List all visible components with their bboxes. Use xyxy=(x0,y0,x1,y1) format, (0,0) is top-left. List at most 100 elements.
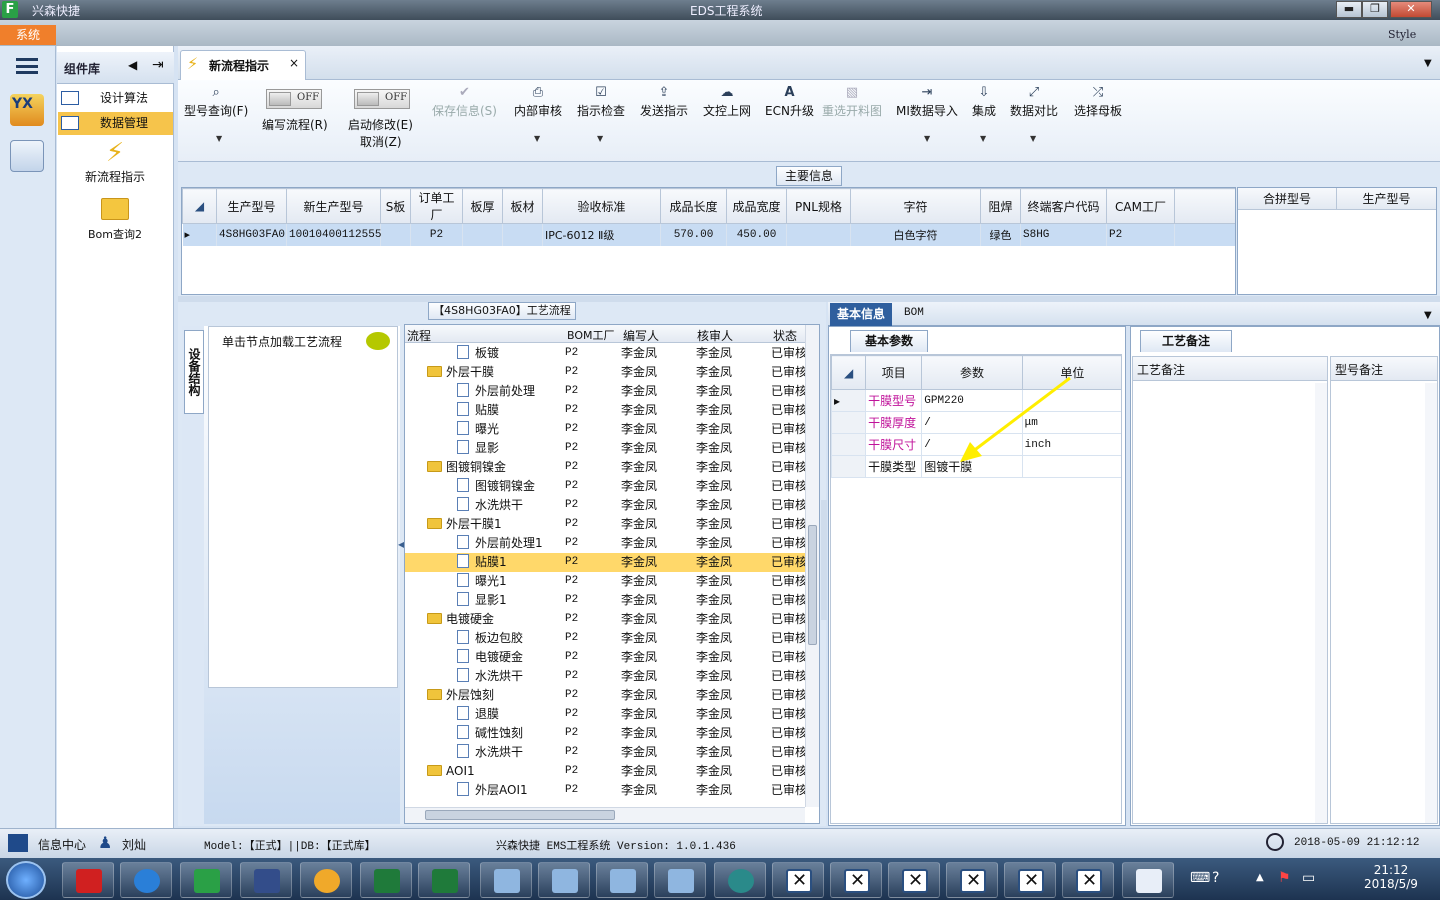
tree-row[interactable]: 显影1 P2 李金凤 李金凤 已审核 xyxy=(405,591,805,610)
tree-node-label[interactable]: 显影1 xyxy=(405,591,559,610)
tree-row[interactable]: 外层干膜1 P2 李金凤 李金凤 已审核 xyxy=(405,515,805,534)
tree-node-label[interactable]: 电镀硬金 xyxy=(405,648,559,667)
tray-expand-icon[interactable]: ▲ xyxy=(1256,872,1264,883)
tree-node-label[interactable]: 图镀铜镍金 xyxy=(405,458,559,477)
taskbar-ie-icon[interactable] xyxy=(120,862,172,898)
launcher-bom-query[interactable]: Bom查询2 xyxy=(60,198,170,242)
tree-node-label[interactable]: 图镀铜镍金 xyxy=(405,477,559,496)
column-header[interactable]: 订单工厂 xyxy=(410,188,463,224)
row-selector[interactable] xyxy=(831,411,867,434)
horizontal-scrollbar[interactable] xyxy=(405,807,805,823)
tree-node-label[interactable]: 板边包胶 xyxy=(405,629,559,648)
component-item-data-management[interactable]: 数据管理 xyxy=(58,112,173,135)
tree-node-label[interactable]: 水洗烘干 xyxy=(405,743,559,762)
taskbar-save-icon[interactable] xyxy=(240,862,292,898)
component-item-design-algorithm[interactable]: 设计算法 xyxy=(58,87,173,110)
dropdown-arrow-icon[interactable]: ▼ xyxy=(597,134,603,143)
column-header[interactable]: 生产型号 xyxy=(216,188,287,224)
params-cell-item[interactable]: 干膜尺寸 xyxy=(865,433,923,456)
tab-new-flow[interactable]: ⚡ 新流程指示 × xyxy=(180,50,306,80)
select-mother-board-button[interactable]: ⤮ 选择母板 xyxy=(1074,84,1122,119)
maximize-button[interactable]: ❐ xyxy=(1362,1,1388,18)
tree-node-label[interactable]: 外层前处理 xyxy=(405,382,559,401)
column-header[interactable]: PNL规格 xyxy=(786,188,851,224)
column-header[interactable]: S板 xyxy=(380,188,411,224)
tree-node-label[interactable]: 外层前处理1 xyxy=(405,534,559,553)
column-header[interactable]: 编写人 xyxy=(623,327,659,344)
tree-node-label[interactable]: AOI1 xyxy=(405,762,559,781)
tree-node-label[interactable]: 水洗烘干 xyxy=(405,667,559,686)
table-cell[interactable] xyxy=(462,223,503,246)
taskbar-xls-doc-icon[interactable] xyxy=(888,862,940,898)
tree-node-label[interactable]: 外层蚀刻 xyxy=(405,686,559,705)
column-header[interactable]: 生产型号 xyxy=(1337,188,1436,210)
tree-node-label[interactable]: 外层AOI1 xyxy=(405,781,559,800)
column-header[interactable]: CAM工厂 xyxy=(1106,188,1175,224)
flow-node-list[interactable] xyxy=(208,326,398,688)
keyboard-icon[interactable]: ⌨ xyxy=(1190,870,1210,886)
column-header[interactable]: 核审人 xyxy=(697,327,733,344)
table-cell[interactable]: P2 xyxy=(410,223,463,246)
dropdown-arrow-icon[interactable]: ▼ xyxy=(980,134,986,143)
tree-row[interactable]: AOI1 P2 李金凤 李金凤 已审核 xyxy=(405,762,805,781)
tab-equipment-structure[interactable]: 设备结构 xyxy=(184,330,204,414)
start-button-icon[interactable] xyxy=(6,861,46,899)
tab-bom[interactable]: BOM xyxy=(904,307,924,319)
params-cell-item[interactable]: 干膜类型 xyxy=(865,455,923,478)
tree-row[interactable]: 图镀铜镍金 P2 李金凤 李金凤 已审核 xyxy=(405,477,805,496)
tree-node-label[interactable]: 退膜 xyxy=(405,705,559,724)
tree-row[interactable]: 显影 P2 李金凤 李金凤 已审核 xyxy=(405,439,805,458)
column-header[interactable]: 流程 xyxy=(407,327,431,344)
column-header[interactable]: 项目 xyxy=(865,355,923,390)
row-selector[interactable]: ▸ xyxy=(831,389,867,412)
column-header[interactable]: 板厚 xyxy=(462,188,503,224)
tree-row[interactable]: 电镀硬金 P2 李金凤 李金凤 已审核 xyxy=(405,610,805,629)
display-icon[interactable]: ▭ xyxy=(1302,870,1315,886)
tree-row[interactable]: 贴膜 P2 李金凤 李金凤 已审核 xyxy=(405,401,805,420)
table-row[interactable]: ▸ 4S8HG03FA0 10010400112555 P2 IPC-6012 … xyxy=(182,223,1235,246)
column-header[interactable]: 字符 xyxy=(850,188,981,224)
table-cell[interactable]: S8HG xyxy=(1020,223,1107,246)
scrollbar-thumb[interactable] xyxy=(425,810,615,820)
doc-control-online-button[interactable]: ☁ 文控上网 xyxy=(703,84,751,119)
column-header[interactable]: 状态 xyxy=(773,327,797,344)
tree-row[interactable]: 水洗烘干 P2 李金凤 李金凤 已审核 xyxy=(405,667,805,686)
vertical-scrollbar[interactable] xyxy=(1315,383,1327,823)
table-cell[interactable] xyxy=(786,223,851,246)
style-menu[interactable]: Style xyxy=(1388,28,1416,41)
params-cell-item[interactable]: 干膜厚度 xyxy=(865,411,923,434)
tree-row[interactable]: 图镀铜镍金 P2 李金凤 李金凤 已审核 xyxy=(405,458,805,477)
ecn-upgrade-button[interactable]: A ECN升级 xyxy=(765,84,814,119)
table-cell[interactable] xyxy=(380,223,411,246)
mi-data-import-button[interactable]: ⇥ MI数据导入 ▼ xyxy=(896,84,958,143)
table-cell[interactable]: IPC-6012 Ⅱ级 xyxy=(542,223,661,246)
integrate-button[interactable]: ⇩ 集成 ▼ xyxy=(972,84,996,143)
tree-row[interactable]: 碱性蚀刻 P2 李金凤 李金凤 已审核 xyxy=(405,724,805,743)
tab-list-dropdown-icon[interactable]: ▼ xyxy=(1424,58,1432,69)
process-note-area[interactable]: 工艺备注 xyxy=(1132,356,1328,824)
taskbar-xls-doc-icon[interactable] xyxy=(946,862,998,898)
dropdown-arrow-icon[interactable]: ▼ xyxy=(1030,134,1036,143)
table-cell[interactable]: 4S8HG03FA0 xyxy=(216,223,287,246)
tree-node-label[interactable]: 碱性蚀刻 xyxy=(405,724,559,743)
taskbar-eds-icon[interactable] xyxy=(180,862,232,898)
tree-row[interactable]: 外层前处理 P2 李金凤 李金凤 已审核 xyxy=(405,382,805,401)
tab-process-notes[interactable]: 工艺备注 xyxy=(1140,330,1232,352)
tree-row[interactable]: 曝光 P2 李金凤 李金凤 已审核 xyxy=(405,420,805,439)
tab-close-icon[interactable]: × xyxy=(289,56,299,70)
info-dropdown-icon[interactable]: ▼ xyxy=(1424,310,1432,321)
taskbar-xls-doc-icon[interactable] xyxy=(1062,862,1114,898)
tree-row[interactable]: 退膜 P2 李金凤 李金凤 已审核 xyxy=(405,705,805,724)
taskbar-excel-icon[interactable] xyxy=(418,862,470,898)
taskbar-xls-doc-icon[interactable] xyxy=(1004,862,1056,898)
tree-row[interactable]: 外层干膜 P2 李金凤 李金凤 已审核 xyxy=(405,363,805,382)
tree-node-label[interactable]: 外层干膜 xyxy=(405,363,559,382)
write-flow-toggle[interactable]: OFF xyxy=(266,89,322,109)
tree-node-label[interactable]: 贴膜 xyxy=(405,401,559,420)
table-cell[interactable]: P2 xyxy=(1106,223,1175,246)
help-icon[interactable]: ? xyxy=(1212,870,1219,886)
column-header[interactable]: 验收标准 xyxy=(542,188,661,224)
taskbar-excel-icon[interactable] xyxy=(360,862,412,898)
taskbar-xls-doc-icon[interactable] xyxy=(830,862,882,898)
taskbar-clock[interactable]: 21:12 2018/5/9 xyxy=(1356,863,1426,891)
